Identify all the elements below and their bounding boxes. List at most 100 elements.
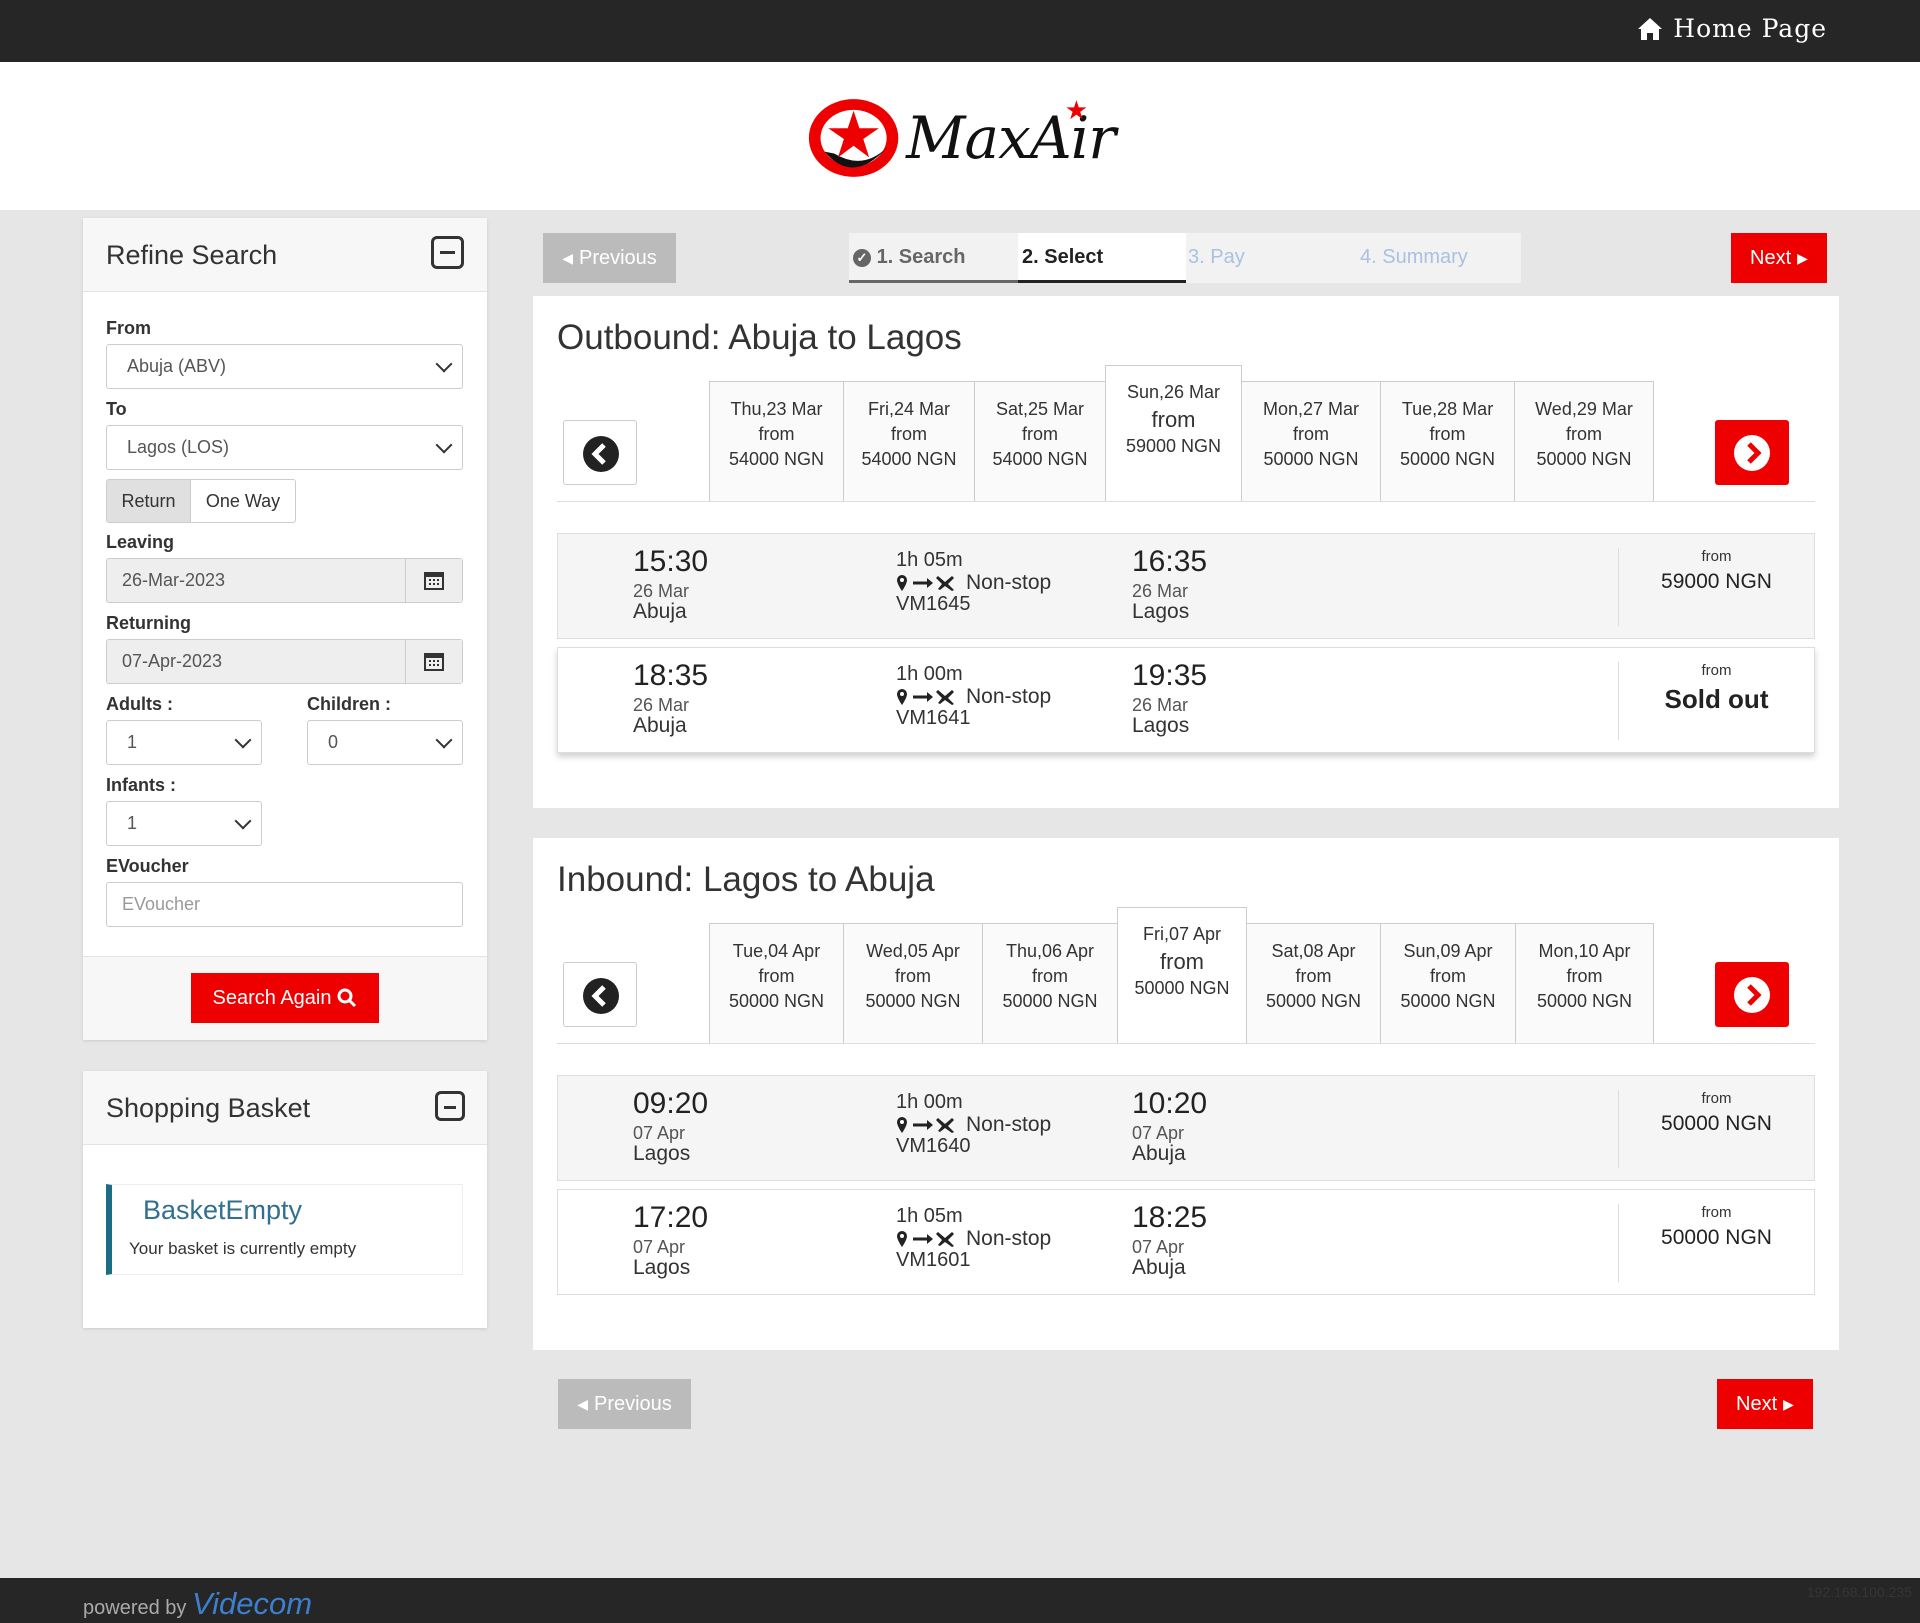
chevron-down-icon bbox=[435, 731, 453, 749]
inbound-flight-row[interactable]: 17:20 07 Apr Lagos 1h 05m Non-stop VM160… bbox=[557, 1189, 1815, 1295]
date-tab-day: Thu,23 Mar bbox=[730, 399, 823, 419]
date-tab-from: from bbox=[891, 424, 927, 444]
powered-by[interactable]: powered by Videcom bbox=[83, 1586, 312, 1622]
flight-stops: Non-stop bbox=[896, 1113, 1051, 1137]
departure-time: 15:30 bbox=[633, 545, 709, 578]
outbound-flight-row[interactable]: 15:30 26 Mar Abuja 1h 05m Non-stop VM164… bbox=[557, 533, 1815, 639]
inbound-date-strip: Tue,04 Apr from 50000 NGN Wed,05 Apr from 50… bbox=[557, 907, 1815, 1044]
step-select[interactable]: 2. Select bbox=[1018, 233, 1186, 283]
date-tab-price: 50000 NGN bbox=[1536, 991, 1633, 1011]
outbound-date-tab-5[interactable]: Mon,27 Mar from 50000 NGN bbox=[1241, 381, 1381, 501]
arrival-date: 07 Apr bbox=[1132, 1237, 1185, 1257]
date-tab-price: 50000 NGN bbox=[1399, 449, 1496, 469]
date-tab-price: 54000 NGN bbox=[992, 449, 1088, 469]
search-again-button[interactable]: Search Again bbox=[191, 973, 379, 1023]
maxair-logo[interactable]: MaxAir ★ bbox=[805, 92, 1116, 184]
next-button-top[interactable]: Next ▶ bbox=[1731, 233, 1827, 283]
evoucher-label: EVoucher bbox=[106, 856, 189, 876]
adults-select-value: 1 bbox=[127, 732, 138, 752]
collapse-basket-icon[interactable] bbox=[435, 1091, 465, 1121]
inbound-flight-row[interactable]: 09:20 07 Apr Lagos 1h 00m Non-stop VM164… bbox=[557, 1075, 1815, 1181]
returning-calendar-button[interactable] bbox=[405, 640, 462, 683]
date-tab-from: from bbox=[1293, 424, 1329, 444]
arrival-city: Lagos bbox=[1132, 600, 1190, 623]
check-circle-icon: ✓ bbox=[853, 249, 871, 267]
inbound-date-tab-2[interactable]: Wed,05 Apr from 50000 NGN bbox=[843, 923, 983, 1043]
date-tab-from: from bbox=[1295, 966, 1332, 986]
outbound-date-tab-2[interactable]: Fri,24 Mar from 54000 NGN bbox=[843, 381, 975, 501]
evoucher-input[interactable]: EVoucher bbox=[106, 882, 463, 927]
inbound-prev-dates-button[interactable] bbox=[563, 962, 637, 1027]
children-select[interactable]: 0 bbox=[307, 720, 463, 765]
arrival-time: 16:35 bbox=[1132, 545, 1208, 578]
adults-select[interactable]: 1 bbox=[106, 720, 262, 765]
step-select-label: 2. Select bbox=[1022, 246, 1104, 268]
date-tab-from: from bbox=[1566, 424, 1602, 444]
departure-time: 18:35 bbox=[633, 659, 709, 692]
outbound-date-tab-3[interactable]: Sat,25 Mar from 54000 NGN bbox=[974, 381, 1106, 501]
date-tab-from: from bbox=[758, 424, 795, 444]
inbound-date-tab-selected[interactable]: Fri,07 Apr from 50000 NGN bbox=[1117, 907, 1247, 1043]
leaving-date-field[interactable]: 26-Mar-2023 bbox=[106, 558, 463, 603]
inbound-date-tab-7[interactable]: Mon,10 Apr from 50000 NGN bbox=[1515, 923, 1654, 1043]
outbound-date-tab-1[interactable]: Thu,23 Mar from 54000 NGN bbox=[709, 381, 844, 501]
caret-right-icon: ▶ bbox=[1797, 249, 1808, 266]
inbound-date-tab-6[interactable]: Sun,09 Apr from 50000 NGN bbox=[1380, 923, 1516, 1043]
trip-type-return-button[interactable]: Return bbox=[106, 479, 191, 523]
date-tab-price: 50000 NGN bbox=[728, 991, 825, 1011]
arrival-date: 07 Apr bbox=[1132, 1123, 1185, 1143]
flight-number: VM1641 bbox=[896, 707, 971, 729]
date-tab-price: 54000 NGN bbox=[861, 449, 957, 469]
fare-price-box[interactable]: from 50000 NGN bbox=[1618, 1090, 1814, 1168]
home-page-link[interactable]: Home Page bbox=[1637, 14, 1827, 43]
next-button-bottom[interactable]: Next ▶ bbox=[1717, 1379, 1813, 1429]
to-select-value: Lagos (LOS) bbox=[127, 437, 230, 457]
children-label: Children : bbox=[307, 694, 392, 714]
date-tab-from: from bbox=[895, 966, 931, 986]
date-tab-day: Fri,24 Mar bbox=[867, 399, 950, 419]
returning-date-field[interactable]: 07-Apr-2023 bbox=[106, 639, 463, 684]
inbound-panel: Inbound: Lagos to Abuja Tue,04 Apr from 50… bbox=[533, 838, 1839, 1350]
fare-price: 50000 NGN bbox=[1661, 1112, 1772, 1135]
inbound-date-tab-3[interactable]: Thu,06 Apr from 50000 NGN bbox=[982, 923, 1118, 1043]
step-summary-label: 4. Summary bbox=[1360, 246, 1468, 268]
inbound-date-tab-1[interactable]: Tue,04 Apr from 50000 NGN bbox=[709, 923, 844, 1043]
date-tab-price: 50000 NGN bbox=[865, 991, 961, 1011]
step-search-label: 1. Search bbox=[876, 246, 966, 268]
outbound-flight-row[interactable]: 18:35 26 Mar Abuja 1h 00m Non-stop VM164… bbox=[557, 647, 1815, 753]
infants-select[interactable]: 1 bbox=[106, 801, 262, 846]
departure-city: Lagos bbox=[633, 1142, 691, 1165]
leaving-calendar-button[interactable] bbox=[405, 559, 462, 602]
outbound-next-dates-button[interactable] bbox=[1715, 420, 1789, 485]
shopping-basket-header: Shopping Basket bbox=[83, 1071, 487, 1145]
outbound-date-tab-7[interactable]: Wed,29 Mar from 50000 NGN bbox=[1514, 381, 1654, 501]
from-select[interactable]: Abuja (ABV) bbox=[106, 344, 463, 389]
flight-stops-label: Non-stop bbox=[966, 1113, 1052, 1136]
flight-duration: 1h 00m bbox=[896, 1091, 963, 1113]
departure-city: Abuja bbox=[633, 714, 687, 737]
previous-button-bottom[interactable]: ◀ Previous bbox=[558, 1379, 691, 1429]
collapse-refine-icon[interactable] bbox=[431, 236, 464, 269]
outbound-date-tab-selected[interactable]: Sun,26 Mar from 59000 NGN bbox=[1105, 365, 1242, 501]
fare-price-box[interactable]: from 50000 NGN bbox=[1618, 1204, 1814, 1282]
fare-price-box[interactable]: from 59000 NGN bbox=[1618, 548, 1814, 626]
date-tab-price: 50000 NGN bbox=[1400, 991, 1496, 1011]
date-tab-day: Sat,25 Mar bbox=[995, 399, 1085, 419]
outbound-date-tab-6[interactable]: Tue,28 Mar from 50000 NGN bbox=[1380, 381, 1515, 501]
date-tab-day: Tue,04 Apr bbox=[732, 941, 821, 961]
route-plane-icon bbox=[897, 689, 954, 705]
inbound-next-dates-button[interactable] bbox=[1715, 962, 1789, 1027]
date-tab-day: Sun,26 Mar bbox=[1126, 382, 1221, 402]
step-search[interactable]: ✓ 1. Search bbox=[849, 233, 1018, 283]
leaving-label: Leaving bbox=[106, 532, 175, 552]
previous-button-top[interactable]: ◀ Previous bbox=[543, 233, 676, 283]
outbound-prev-dates-button[interactable] bbox=[563, 420, 637, 485]
trip-type-one-way-button[interactable]: One Way bbox=[190, 479, 296, 523]
chevron-down-icon bbox=[234, 812, 252, 830]
inbound-date-tab-5[interactable]: Sat,08 Apr from 50000 NGN bbox=[1246, 923, 1381, 1043]
to-select[interactable]: Lagos (LOS) bbox=[106, 425, 463, 470]
top-bar: Home Page bbox=[0, 0, 1920, 62]
refine-search-header: Refine Search bbox=[83, 218, 487, 292]
route-plane-icon bbox=[897, 575, 954, 591]
next-label: Next bbox=[1750, 246, 1792, 269]
